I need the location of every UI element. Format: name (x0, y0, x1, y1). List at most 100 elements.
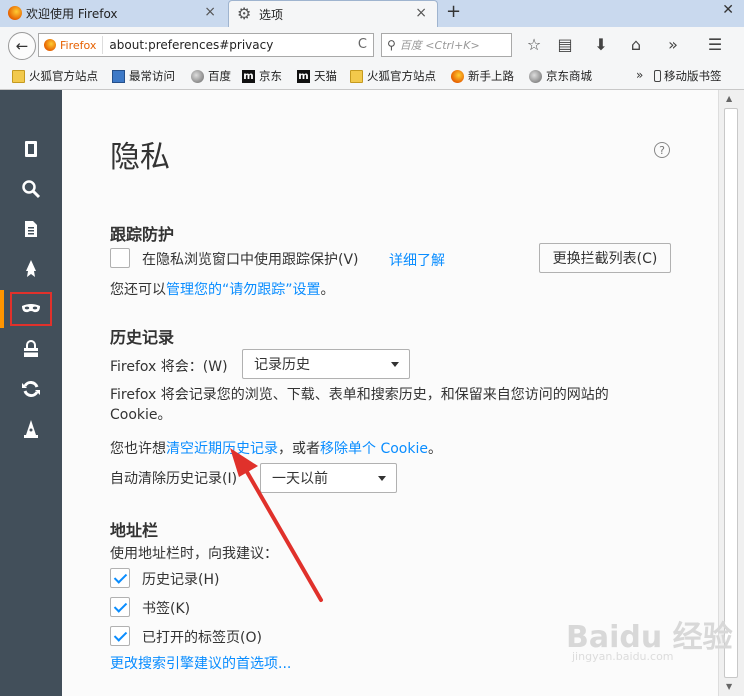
suggest-history-checkbox[interactable] (110, 568, 130, 588)
advanced-wizard-icon (24, 420, 38, 438)
remove-cookie-link[interactable]: 移除单个 Cookie (320, 441, 428, 457)
download-icon[interactable]: ⬇ (590, 33, 612, 55)
window-close-icon[interactable]: ✕ (722, 2, 734, 18)
phone-icon (654, 70, 661, 82)
category-security[interactable] (0, 330, 62, 368)
identity-label: Firefox (60, 38, 97, 52)
history-mode-select[interactable]: 记录历史 (242, 349, 410, 379)
dnt-settings-link[interactable]: 管理您的“请勿跟踪”设置 (166, 282, 321, 298)
auto-clear-value: 一天以前 (272, 471, 328, 487)
suggest-label: 使用地址栏时，向我建议： (110, 546, 278, 562)
category-search[interactable] (0, 170, 62, 208)
bookmark-label: 火狐官方站点 (29, 69, 98, 83)
dnt-suffix: 。 (320, 282, 335, 298)
tab-strip: 欢迎使用 Firefox × ⚙ 选项 × + ✕ (0, 0, 744, 28)
history-mode-label: Firefox 将会：(W) (110, 359, 228, 375)
scroll-up-arrow-icon[interactable]: ▲ (726, 94, 732, 103)
jd-icon: m (242, 69, 255, 83)
suggest-bookmarks-checkbox[interactable] (110, 597, 130, 617)
globe-icon (191, 69, 204, 83)
mid-text: ，或者 (278, 441, 320, 457)
bookmark-item[interactable]: 百度 (191, 68, 231, 84)
auto-clear-label: 自动清除历史记录(I) (110, 471, 238, 487)
bookmark-item[interactable]: 火狐官方站点 (350, 68, 436, 84)
history-heading: 历史记录 (110, 328, 175, 347)
location-bar-heading: 地址栏 (110, 521, 159, 540)
scrollbar-thumb[interactable] (724, 108, 738, 678)
history-suggestion-line: 您也许想清空近期历史记录，或者移除单个 Cookie。 (110, 438, 442, 458)
back-button[interactable]: ← (8, 32, 36, 60)
bookmark-item[interactable]: m 天猫 (297, 68, 337, 84)
bookmark-item[interactable]: 火狐官方站点 (12, 68, 98, 84)
globe-icon (529, 69, 542, 83)
change-block-list-button[interactable]: 更换拦截列表(C) (539, 243, 671, 273)
mobile-bookmarks[interactable]: 移动版书签 (654, 68, 722, 84)
dnt-prefix: 您还可以 (110, 282, 166, 298)
tab-label: 选项 (259, 7, 284, 22)
url-text[interactable]: about:preferences#privacy (103, 38, 273, 52)
star-icon[interactable]: ☆ (523, 33, 545, 55)
reading-list-icon[interactable]: ▤ (554, 33, 576, 55)
search-icon (22, 180, 41, 199)
bookmark-item[interactable]: 京东商城 (529, 68, 592, 84)
category-applications[interactable] (0, 250, 62, 288)
bookmark-label: 火狐官方站点 (367, 69, 436, 83)
search-input[interactable]: ⚲ 百度 <Ctrl+K> (381, 33, 512, 57)
home-icon[interactable]: ⌂ (625, 33, 647, 55)
reload-icon[interactable]: C (358, 37, 367, 52)
history-mode-value: 记录历史 (254, 357, 310, 373)
firefox-logo-icon (44, 39, 56, 51)
suggest-history-label[interactable]: 历史记录(H) (142, 569, 219, 589)
folder-icon (350, 69, 363, 83)
close-tab-icon[interactable]: × (415, 5, 427, 21)
bookmarks-overflow-icon[interactable]: » (636, 68, 643, 82)
firefox-logo-icon (451, 69, 464, 83)
dnt-line: 您还可以管理您的“请勿跟踪”设置。 (110, 279, 335, 299)
history-description: Firefox 将会记录您的浏览、下载、表单和搜索历史，和保留来自您访问的网站的… (110, 385, 609, 425)
suggest-open-tabs-checkbox[interactable] (110, 626, 130, 646)
menu-icon[interactable]: ☰ (704, 33, 726, 55)
new-tab-button[interactable]: + (446, 1, 461, 22)
vertical-scrollbar[interactable]: ▲ ▼ (718, 90, 744, 696)
preferences-sidebar (0, 90, 62, 696)
category-advanced[interactable] (0, 410, 62, 448)
url-bar[interactable]: Firefox about:preferences#privacy C (38, 33, 374, 57)
bookmark-label: 新手上路 (468, 69, 514, 83)
history-description-line: Cookie。 (110, 407, 172, 423)
category-sync[interactable] (0, 370, 62, 408)
bookmark-item[interactable]: m 京东 (242, 68, 282, 84)
maybe-prefix: 您也许想 (110, 441, 166, 457)
suggest-open-tabs-label[interactable]: 已打开的标签页(O) (142, 627, 262, 647)
scroll-down-arrow-icon[interactable]: ▼ (726, 682, 732, 691)
tmall-icon: m (297, 69, 310, 83)
bookmark-item[interactable]: 最常访问 (112, 68, 175, 84)
category-content[interactable] (0, 210, 62, 248)
folder-icon (12, 69, 25, 83)
identity-box[interactable]: Firefox (39, 36, 104, 54)
tracking-checkbox-label[interactable]: 在隐私浏览窗口中使用跟踪保护(V) (142, 249, 359, 269)
search-icon: ⚲ (387, 38, 396, 52)
search-placeholder: 百度 <Ctrl+K> (399, 39, 480, 52)
tab-welcome[interactable]: 欢迎使用 Firefox × (0, 0, 226, 26)
overflow-icon[interactable]: » (662, 33, 684, 55)
bookmarks-toolbar: 火狐官方站点 最常访问 百度 m 京东 m 天猫 火狐官方站点 新手上路 京东商城 … (0, 64, 744, 90)
learn-more-link[interactable]: 详细了解 (389, 250, 445, 270)
sync-icon (22, 380, 40, 398)
tracking-protection-checkbox[interactable] (110, 248, 130, 268)
suggest-bookmarks-label[interactable]: 书签(K) (142, 598, 190, 618)
bookmark-label: 百度 (208, 69, 231, 83)
firefox-logo-icon (8, 6, 22, 20)
content-icon (25, 221, 37, 237)
mobile-bookmarks-label: 移动版书签 (664, 69, 722, 83)
close-tab-icon[interactable]: × (204, 4, 216, 20)
annotation-highlight-box (10, 292, 52, 326)
help-icon[interactable]: ? (654, 142, 670, 158)
category-general[interactable] (0, 130, 62, 168)
clear-recent-history-link[interactable]: 清空近期历史记录 (166, 441, 278, 457)
dropdown-caret-icon (391, 362, 399, 367)
auto-clear-select[interactable]: 一天以前 (260, 463, 397, 493)
bookmark-label: 京东 (259, 69, 282, 83)
change-search-suggestions-link[interactable]: 更改搜索引擎建议的首选项... (110, 653, 291, 673)
tab-options[interactable]: ⚙ 选项 × (228, 0, 438, 27)
bookmark-item[interactable]: 新手上路 (451, 68, 514, 84)
